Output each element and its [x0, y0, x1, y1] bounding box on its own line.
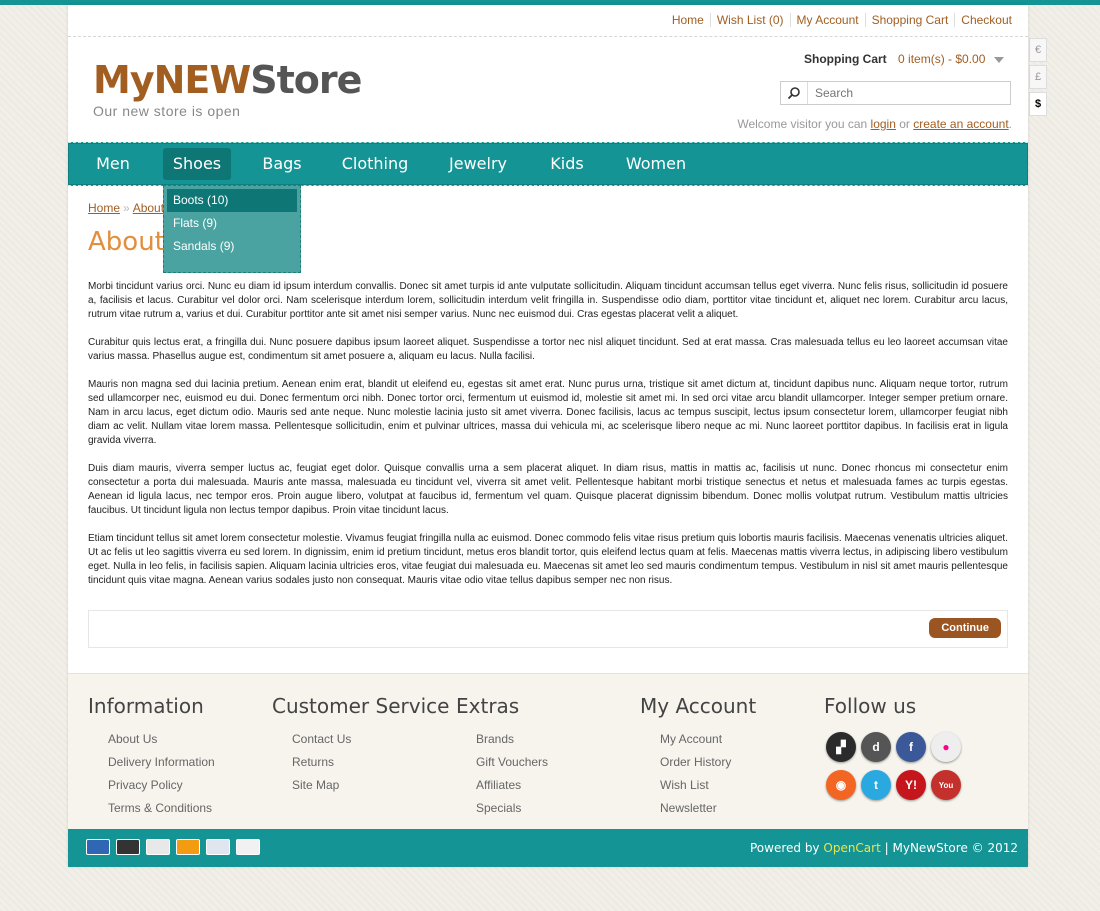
content-paragraph: Morbi tincidunt varius orci. Nunc eu dia… — [88, 281, 1008, 320]
footer: Information About Us Delivery Informatio… — [68, 673, 1028, 830]
create-account-link[interactable]: create an account — [913, 117, 1008, 131]
cart-total[interactable]: 0 item(s) - $0.00 — [898, 52, 985, 66]
toplink-cart[interactable]: Shopping Cart — [864, 13, 955, 27]
top-links: Home Wish List (0) My Account Shopping C… — [666, 13, 1018, 27]
logo-part1: MyNEW — [93, 58, 251, 102]
footer-heading: Information — [88, 694, 204, 718]
dropdown-item-flats[interactable]: Flats (9) — [167, 212, 297, 235]
cart-summary[interactable]: Shopping Cart 0 item(s) - $0.00 — [804, 52, 1004, 66]
content-paragraph: Etiam tincidunt tellus sit amet lorem co… — [88, 533, 1008, 586]
chevron-down-icon[interactable] — [993, 56, 1004, 63]
footer-link-contact[interactable]: Contact Us — [292, 728, 449, 751]
toplink-account[interactable]: My Account — [789, 13, 865, 27]
footer-heading: Customer Service — [272, 694, 450, 718]
shoes-dropdown-menu: Boots (10) Flats (9) Sandals (9) — [163, 185, 301, 273]
footer-heading: Follow us — [824, 694, 917, 718]
header-divider — [68, 36, 1028, 37]
bottom-bar: Powered by OpenCart | MyNewStore © 2012 — [68, 829, 1028, 867]
opencart-link[interactable]: OpenCart — [823, 841, 880, 855]
welcome-message: Welcome visitor you can login or create … — [737, 117, 1012, 131]
footer-col-account: My Account My Account Order History Wish… — [640, 694, 756, 820]
footer-link-my-account[interactable]: My Account — [660, 728, 756, 751]
welcome-or: or — [899, 117, 910, 131]
card-icon — [116, 839, 140, 855]
search-icon[interactable] — [781, 82, 808, 104]
toplink-checkout[interactable]: Checkout — [954, 13, 1018, 27]
footer-link-delivery[interactable]: Delivery Information — [108, 751, 215, 774]
footer-link-brands[interactable]: Brands — [476, 728, 548, 751]
nav-clothing[interactable]: Clothing — [338, 148, 412, 180]
rss-icon[interactable]: ◉ — [826, 770, 856, 800]
breadcrumb-separator: » — [123, 201, 130, 215]
cart-label: Shopping Cart — [804, 52, 887, 66]
nav-bags[interactable]: Bags — [256, 148, 308, 180]
facebook-icon[interactable]: f — [896, 732, 926, 762]
page-container: Home Wish List (0) My Account Shopping C… — [68, 5, 1028, 867]
store-logo[interactable]: MyNEWStore — [93, 58, 362, 102]
toplink-wishlist[interactable]: Wish List (0) — [709, 13, 790, 27]
footer-link-sitemap[interactable]: Site Map — [292, 774, 449, 797]
delicious-icon[interactable]: ▞ — [826, 732, 856, 762]
store-tagline: Our new store is open — [93, 103, 241, 119]
main-nav: Men Shoes Bags Clothing Jewelry Kids Wom… — [68, 142, 1028, 186]
footer-heading: Extras — [456, 694, 520, 718]
nav-kids[interactable]: Kids — [546, 148, 588, 180]
powered-by: Powered by OpenCart | MyNewStore © 2012 — [750, 841, 1018, 855]
currency-dollar[interactable]: $ — [1029, 92, 1047, 116]
card-icon — [206, 839, 230, 855]
currency-euro[interactable]: € — [1029, 38, 1047, 62]
footer-link-newsletter[interactable]: Newsletter — [660, 797, 756, 820]
button-bar: Continue — [88, 610, 1008, 648]
powered-suffix: | MyNewStore © 2012 — [884, 841, 1018, 855]
nav-jewelry[interactable]: Jewelry — [445, 148, 511, 180]
welcome-text: Welcome visitor you can — [737, 117, 868, 131]
nav-men[interactable]: Men — [88, 148, 138, 180]
mastercard-icon — [176, 839, 200, 855]
powered-prefix: Powered by — [749, 841, 820, 855]
nav-women[interactable]: Women — [622, 148, 690, 180]
flickr-icon[interactable]: ● — [931, 732, 961, 762]
toplink-home[interactable]: Home — [666, 13, 710, 27]
footer-heading: My Account — [640, 694, 757, 718]
search-box — [780, 81, 1011, 105]
amex-card-icon — [86, 839, 110, 855]
twitter-icon[interactable]: t — [861, 770, 891, 800]
footer-link-returns[interactable]: Returns — [292, 751, 449, 774]
search-input[interactable] — [808, 85, 997, 101]
footer-link-terms[interactable]: Terms & Conditions — [108, 797, 215, 820]
content-paragraph: Duis diam mauris, viverra semper luctus … — [88, 463, 1008, 516]
dropdown-item-sandals[interactable]: Sandals (9) — [167, 235, 297, 258]
nav-shoes[interactable]: Shoes — [163, 148, 231, 180]
welcome-end: . — [1008, 117, 1012, 131]
yahoo-icon[interactable]: Y! — [896, 770, 926, 800]
footer-link-about[interactable]: About Us — [108, 728, 215, 751]
login-link[interactable]: login — [871, 117, 896, 131]
dropdown-item-boots[interactable]: Boots (10) — [167, 189, 297, 212]
footer-col-service: Customer Service Contact Us Returns Site… — [272, 694, 449, 797]
visa-card-icon — [236, 839, 260, 855]
currency-pound[interactable]: £ — [1029, 65, 1047, 89]
youtube-icon[interactable]: You — [931, 770, 961, 800]
footer-link-affiliates[interactable]: Affiliates — [476, 774, 548, 797]
card-icon — [146, 839, 170, 855]
footer-col-follow: Follow us — [824, 694, 916, 728]
footer-col-extras: Extras Brands Gift Vouchers Affiliates S… — [456, 694, 548, 820]
digg-icon[interactable]: d — [861, 732, 891, 762]
logo-part2: Store — [250, 58, 362, 102]
footer-link-vouchers[interactable]: Gift Vouchers — [476, 751, 548, 774]
content-paragraph: Curabitur quis lectus erat, a fringilla … — [88, 337, 1008, 362]
content-paragraph: Mauris non magna sed dui lacinia pretium… — [88, 379, 1008, 446]
payment-cards — [86, 839, 260, 855]
footer-col-information: Information About Us Delivery Informatio… — [88, 694, 215, 820]
currency-switcher: € £ $ — [1029, 38, 1047, 119]
footer-link-order-history[interactable]: Order History — [660, 751, 756, 774]
footer-link-privacy[interactable]: Privacy Policy — [108, 774, 215, 797]
page-content: Morbi tincidunt varius orci. Nunc eu dia… — [88, 280, 1008, 602]
footer-link-specials[interactable]: Specials — [476, 797, 548, 820]
footer-link-wishlist[interactable]: Wish List — [660, 774, 756, 797]
breadcrumb-home[interactable]: Home — [88, 201, 120, 215]
continue-button[interactable]: Continue — [929, 618, 1001, 638]
